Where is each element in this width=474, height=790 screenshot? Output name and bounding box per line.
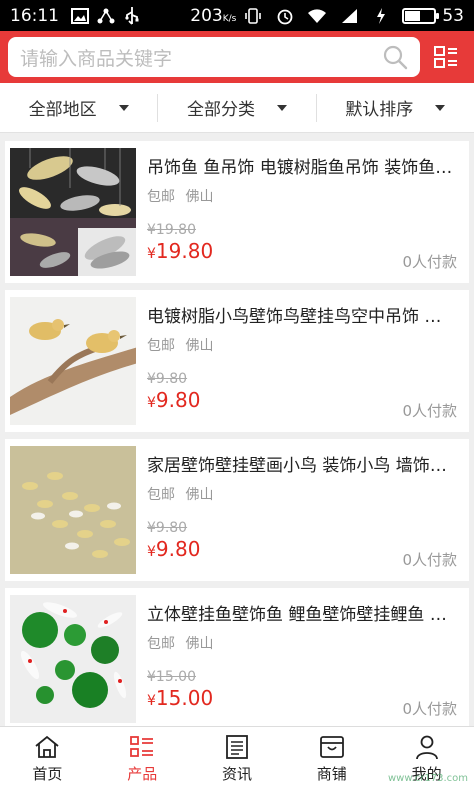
product-sold-count: 0人付款 xyxy=(402,551,457,569)
product-price: ¥19.80 xyxy=(147,239,214,263)
product-location: 佛山 xyxy=(185,636,214,652)
nav-home-label: 首页 xyxy=(32,765,63,783)
product-location: 佛山 xyxy=(185,487,214,503)
shop-icon xyxy=(319,736,344,758)
share-notification-icon xyxy=(95,5,117,27)
battery-icon xyxy=(402,7,440,24)
product-sold-count: 0人付款 xyxy=(402,253,457,271)
alarm-icon xyxy=(274,5,296,27)
nav-shop[interactable]: 商铺 xyxy=(284,727,379,790)
product-meta: 包邮 佛山 xyxy=(147,633,457,653)
filter-bar: 全部地区 全部分类 默认排序 xyxy=(0,83,474,133)
nav-shop-label: 商铺 xyxy=(316,765,347,783)
nav-news-label: 资讯 xyxy=(221,765,252,783)
list-icon xyxy=(130,736,154,757)
search-placeholder: 请输入商品关键字 xyxy=(20,47,173,70)
nav-news[interactable]: 资讯 xyxy=(190,727,285,790)
product-old-price: ¥9.80 xyxy=(147,520,188,536)
filter-sort[interactable]: 默认排序 xyxy=(315,93,474,122)
category-menu-button[interactable] xyxy=(426,37,466,77)
charging-icon xyxy=(370,5,392,27)
product-image-hanging-fish[interactable] xyxy=(10,148,136,276)
usb-icon xyxy=(121,5,143,27)
product-old-price: ¥19.80 xyxy=(147,222,196,238)
wifi-icon xyxy=(306,5,328,27)
status-bar: 16:11 203K/s 53 xyxy=(0,0,474,31)
product-item[interactable]: 家居壁饰壁挂壁画小鸟 装饰小鸟 墙饰小鸟 包邮 佛山 ¥9.80 ¥9.80 0… xyxy=(5,439,469,581)
product-meta: 包邮 佛山 xyxy=(147,186,457,206)
status-time: 16:11 xyxy=(10,5,59,26)
product-location: 佛山 xyxy=(185,338,214,354)
product-price: ¥15.00 xyxy=(147,686,214,710)
chevron-down-icon xyxy=(435,104,446,111)
product-meta: 包邮 佛山 xyxy=(147,335,457,355)
network-speed: 203K/s xyxy=(190,5,237,26)
product-old-price: ¥9.80 xyxy=(147,371,188,387)
battery-percent: 53 xyxy=(442,5,464,26)
chevron-down-icon xyxy=(276,104,287,111)
header: 请输入商品关键字 xyxy=(0,31,474,83)
vibrate-icon xyxy=(242,5,264,27)
filter-sort-label: 默认排序 xyxy=(345,100,414,120)
nav-products-label: 产品 xyxy=(127,765,158,783)
bottom-nav: 首页 产品 资讯 商铺 我的 www.cr173.com xyxy=(0,726,474,790)
product-image-koi-lotus[interactable] xyxy=(10,595,136,723)
product-item[interactable]: 立体壁挂鱼壁饰鱼 鲤鱼壁饰壁挂鲤鱼 荷叶 包邮 佛山 ¥15.00 ¥15.00… xyxy=(5,588,469,730)
product-title[interactable]: 家居壁饰壁挂壁画小鸟 装饰小鸟 墙饰小鸟 xyxy=(147,451,457,476)
product-location: 佛山 xyxy=(185,189,214,205)
product-sold-count: 0人付款 xyxy=(402,402,457,420)
filter-region-label: 全部地区 xyxy=(28,100,97,120)
product-title[interactable]: 电镀树脂小鸟壁饰鸟壁挂鸟空中吊饰 树脂 xyxy=(147,302,457,327)
filter-category[interactable]: 全部分类 xyxy=(157,93,315,122)
product-price: ¥9.80 xyxy=(147,537,201,561)
nav-home[interactable]: 首页 xyxy=(0,727,95,790)
shipping-tag: 包邮 xyxy=(147,636,175,652)
product-item[interactable]: 吊饰鱼 鱼吊饰 电镀树脂鱼吊饰 装饰鱼吊饰 包邮 佛山 ¥19.80 ¥19.8… xyxy=(5,141,469,283)
search-input[interactable]: 请输入商品关键字 xyxy=(8,37,421,77)
product-meta: 包邮 佛山 xyxy=(147,484,457,504)
product-image-bird-branch[interactable] xyxy=(10,297,136,425)
chevron-down-icon xyxy=(118,104,129,111)
watermark: www.cr173.com xyxy=(387,773,468,784)
signal-icon xyxy=(338,5,360,27)
filter-category-label: 全部分类 xyxy=(186,100,255,120)
product-title[interactable]: 立体壁挂鱼壁饰鱼 鲤鱼壁饰壁挂鲤鱼 荷叶 xyxy=(147,600,457,625)
filter-region[interactable]: 全部地区 xyxy=(0,94,157,122)
shipping-tag: 包邮 xyxy=(147,338,175,354)
product-old-price: ¥15.00 xyxy=(147,669,196,685)
product-title[interactable]: 吊饰鱼 鱼吊饰 电镀树脂鱼吊饰 装饰鱼吊饰 xyxy=(147,153,457,178)
news-icon xyxy=(226,735,248,759)
home-icon xyxy=(35,735,59,758)
category-menu-icon xyxy=(434,46,458,68)
user-icon xyxy=(415,735,438,760)
product-item[interactable]: 电镀树脂小鸟壁饰鸟壁挂鸟空中吊饰 树脂 包邮 佛山 ¥9.80 ¥9.80 0人… xyxy=(5,290,469,432)
product-image-wall-birds[interactable] xyxy=(10,446,136,574)
image-notification-icon xyxy=(69,5,91,27)
search-icon[interactable] xyxy=(382,44,408,70)
product-sold-count: 0人付款 xyxy=(402,700,457,718)
nav-products[interactable]: 产品 xyxy=(95,727,190,790)
shipping-tag: 包邮 xyxy=(147,189,175,205)
product-price: ¥9.80 xyxy=(147,388,201,412)
shipping-tag: 包邮 xyxy=(147,487,175,503)
